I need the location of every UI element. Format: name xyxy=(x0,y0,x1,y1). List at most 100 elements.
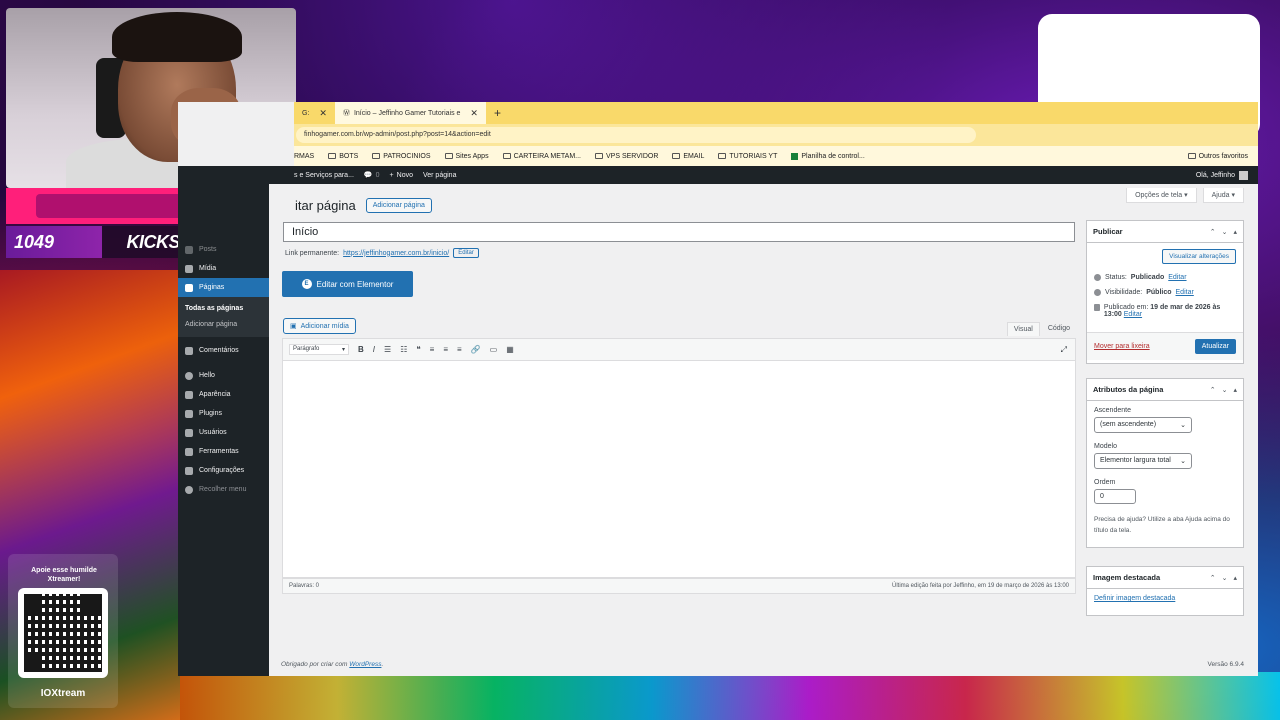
submenu-add-page[interactable]: Adicionar página xyxy=(178,316,269,332)
bold-icon[interactable]: B xyxy=(358,345,364,354)
sheets-icon xyxy=(791,152,799,160)
wordpress-link[interactable]: WordPress xyxy=(349,661,381,668)
tab-code[interactable]: Código xyxy=(1042,322,1076,336)
menu-item-tools[interactable]: Ferramentas xyxy=(178,442,269,461)
chevron-down-icon[interactable]: ⌄ xyxy=(1222,574,1228,582)
admin-comments[interactable]: 💬 0 xyxy=(364,171,380,180)
editor-tabs: Visual Código xyxy=(1006,322,1076,336)
add-page-button[interactable]: Adicionar página xyxy=(365,198,432,213)
comments-count: 0 xyxy=(375,171,380,179)
toggle-icon[interactable]: ▴ xyxy=(1233,386,1237,394)
bookmark-item[interactable]: EMAIL xyxy=(672,153,704,160)
published-edit-link[interactable]: Editar xyxy=(1124,311,1142,318)
visibility-edit-link[interactable]: Editar xyxy=(1176,289,1194,296)
bullet-list-icon[interactable]: ☰ xyxy=(384,345,391,354)
attributes-body: Ascendente (sem ascendente) ⌄ Modelo Elem… xyxy=(1087,401,1243,542)
align-left-icon[interactable]: ≡ xyxy=(430,345,435,354)
quote-icon[interactable]: ❝ xyxy=(416,345,420,354)
toggle-icon[interactable]: ▴ xyxy=(1233,228,1237,236)
new-label: Novo xyxy=(396,171,413,179)
move-to-trash-link[interactable]: Mover para lixeira xyxy=(1094,343,1150,350)
menu-item-plugins[interactable]: Plugins xyxy=(178,404,269,423)
media-icon xyxy=(185,264,193,273)
permalink-url[interactable]: https://jeffinhogamer.com.br/inicio/ xyxy=(343,250,449,257)
chevron-up-icon[interactable]: ⌃ xyxy=(1210,228,1216,236)
bookmark-item[interactable]: Sites Apps xyxy=(444,153,489,160)
wordpress-icon: Ⓦ xyxy=(342,110,350,117)
menu-item-users[interactable]: Usuários xyxy=(178,423,269,442)
edit-with-elementor-button[interactable]: E Editar com Elementor xyxy=(282,271,413,297)
chevron-down-icon[interactable]: ⌄ xyxy=(1222,386,1228,394)
chevron-down-icon[interactable]: ⌄ xyxy=(1222,228,1228,236)
link-icon[interactable]: 🔗 xyxy=(471,345,481,354)
bookmark-item[interactable]: CARTEIRA METAM... xyxy=(502,153,581,160)
bookmark-item[interactable]: PATROCINIOS xyxy=(372,153,431,160)
bookmark-label: Outros favoritos xyxy=(1198,152,1248,160)
screen-options-button[interactable]: Opções de tela ▾ xyxy=(1126,188,1197,203)
submenu-all-pages[interactable]: Todas as páginas xyxy=(178,300,269,316)
bookmark-item[interactable]: RMAS xyxy=(294,153,314,160)
bookmark-item[interactable]: TUTORIAIS YT xyxy=(718,153,777,160)
align-right-icon[interactable]: ≡ xyxy=(457,345,462,354)
folder-icon xyxy=(718,153,727,159)
format-select-value: Parágrafo xyxy=(293,346,320,352)
bookmark-label: RMAS xyxy=(294,152,315,160)
align-center-icon[interactable]: ≡ xyxy=(443,345,448,354)
pages-icon xyxy=(185,283,193,292)
menu-item-pages[interactable]: Páginas xyxy=(178,278,269,297)
menu-item-hello[interactable]: Hello xyxy=(178,366,269,385)
menu-item-comments[interactable]: Comentários xyxy=(178,341,269,360)
fullscreen-icon[interactable]: ⤢ xyxy=(1061,345,1067,355)
tab-previous[interactable]: G: ✕ xyxy=(294,102,335,124)
bookmark-other[interactable]: Outros favoritos xyxy=(1187,152,1248,160)
preview-changes-button[interactable]: Visualizar alterações xyxy=(1162,249,1236,264)
update-button[interactable]: Atualizar xyxy=(1194,339,1236,354)
set-featured-image-link[interactable]: Definir imagem destacada xyxy=(1094,595,1175,602)
bookmark-item[interactable]: VPS SERVIDOR xyxy=(595,153,658,160)
chevron-up-icon[interactable]: ⌃ xyxy=(1210,386,1216,394)
add-media-button[interactable]: ▣ Adicionar mídia xyxy=(283,318,356,334)
admin-view-page[interactable]: Ver página xyxy=(423,172,456,179)
plus-icon: + xyxy=(389,171,394,179)
close-icon[interactable]: ✕ xyxy=(470,108,478,119)
attributes-title: Atributos da página xyxy=(1093,385,1164,394)
tab-visual[interactable]: Visual xyxy=(1006,322,1040,336)
url-input[interactable]: finhogamer.com.br/wp-admin/post.php?post… xyxy=(296,127,976,143)
menu-item-media[interactable]: Mídia xyxy=(178,259,269,278)
italic-icon[interactable]: I xyxy=(373,345,375,354)
close-icon[interactable]: ✕ xyxy=(319,108,327,119)
toolbar-toggle-icon[interactable]: ▦ xyxy=(506,345,514,354)
format-select[interactable]: Parágrafo ▾ xyxy=(289,344,349,355)
featured-body: Definir imagem destacada xyxy=(1087,589,1243,608)
template-select[interactable]: Elementor largura total ⌄ xyxy=(1094,453,1192,469)
admin-site-name[interactable]: s e Serviços para... xyxy=(294,172,354,179)
status-edit-link[interactable]: Editar xyxy=(1168,274,1186,281)
greeting: Olá, Jeffinho xyxy=(1195,171,1235,179)
admin-new[interactable]: + Novo xyxy=(390,172,413,179)
menu-label: Aparência xyxy=(199,391,231,398)
permalink: Link permanente: https://jeffinhogamer.c… xyxy=(285,248,479,258)
parent-select[interactable]: (sem ascendente) ⌄ xyxy=(1094,417,1192,433)
bookmark-item[interactable]: Planilha de control... xyxy=(791,152,865,160)
permalink-edit-button[interactable]: Editar xyxy=(453,248,479,258)
editor-body[interactable] xyxy=(283,361,1075,547)
footer-thanks: Obrigado por criar com WordPress. xyxy=(281,661,384,668)
tab-active[interactable]: Ⓦ Início – Jeffinho Gamer Tutoriais e ✕ xyxy=(334,102,486,124)
chevron-up-icon[interactable]: ⌃ xyxy=(1210,574,1216,582)
menu-item-posts[interactable]: Posts xyxy=(178,240,269,259)
numbered-list-icon[interactable]: ☷ xyxy=(400,345,407,354)
menu-item-collapse[interactable]: Recolher menu xyxy=(178,480,269,499)
read-more-icon[interactable]: ▭ xyxy=(490,345,498,354)
new-tab-plus-icon[interactable]: + xyxy=(486,106,509,120)
permalink-label: Link permanente: xyxy=(285,249,340,257)
menu-item-appearance[interactable]: Aparência xyxy=(178,385,269,404)
menu-item-settings[interactable]: Configurações xyxy=(178,461,269,480)
published-text: Publicado em: 19 de mar de 2026 às 13:00… xyxy=(1104,304,1236,318)
post-title-input[interactable]: Início xyxy=(283,222,1075,242)
order-input[interactable]: 0 xyxy=(1094,489,1136,504)
admin-account[interactable]: Olá, Jeffinho xyxy=(1195,170,1248,180)
bookmark-item[interactable]: BOTS xyxy=(328,153,358,160)
toggle-icon[interactable]: ▴ xyxy=(1233,574,1237,582)
help-button[interactable]: Ajuda ▾ xyxy=(1202,188,1244,203)
bookmark-label: TUTORIAIS YT xyxy=(729,152,778,160)
